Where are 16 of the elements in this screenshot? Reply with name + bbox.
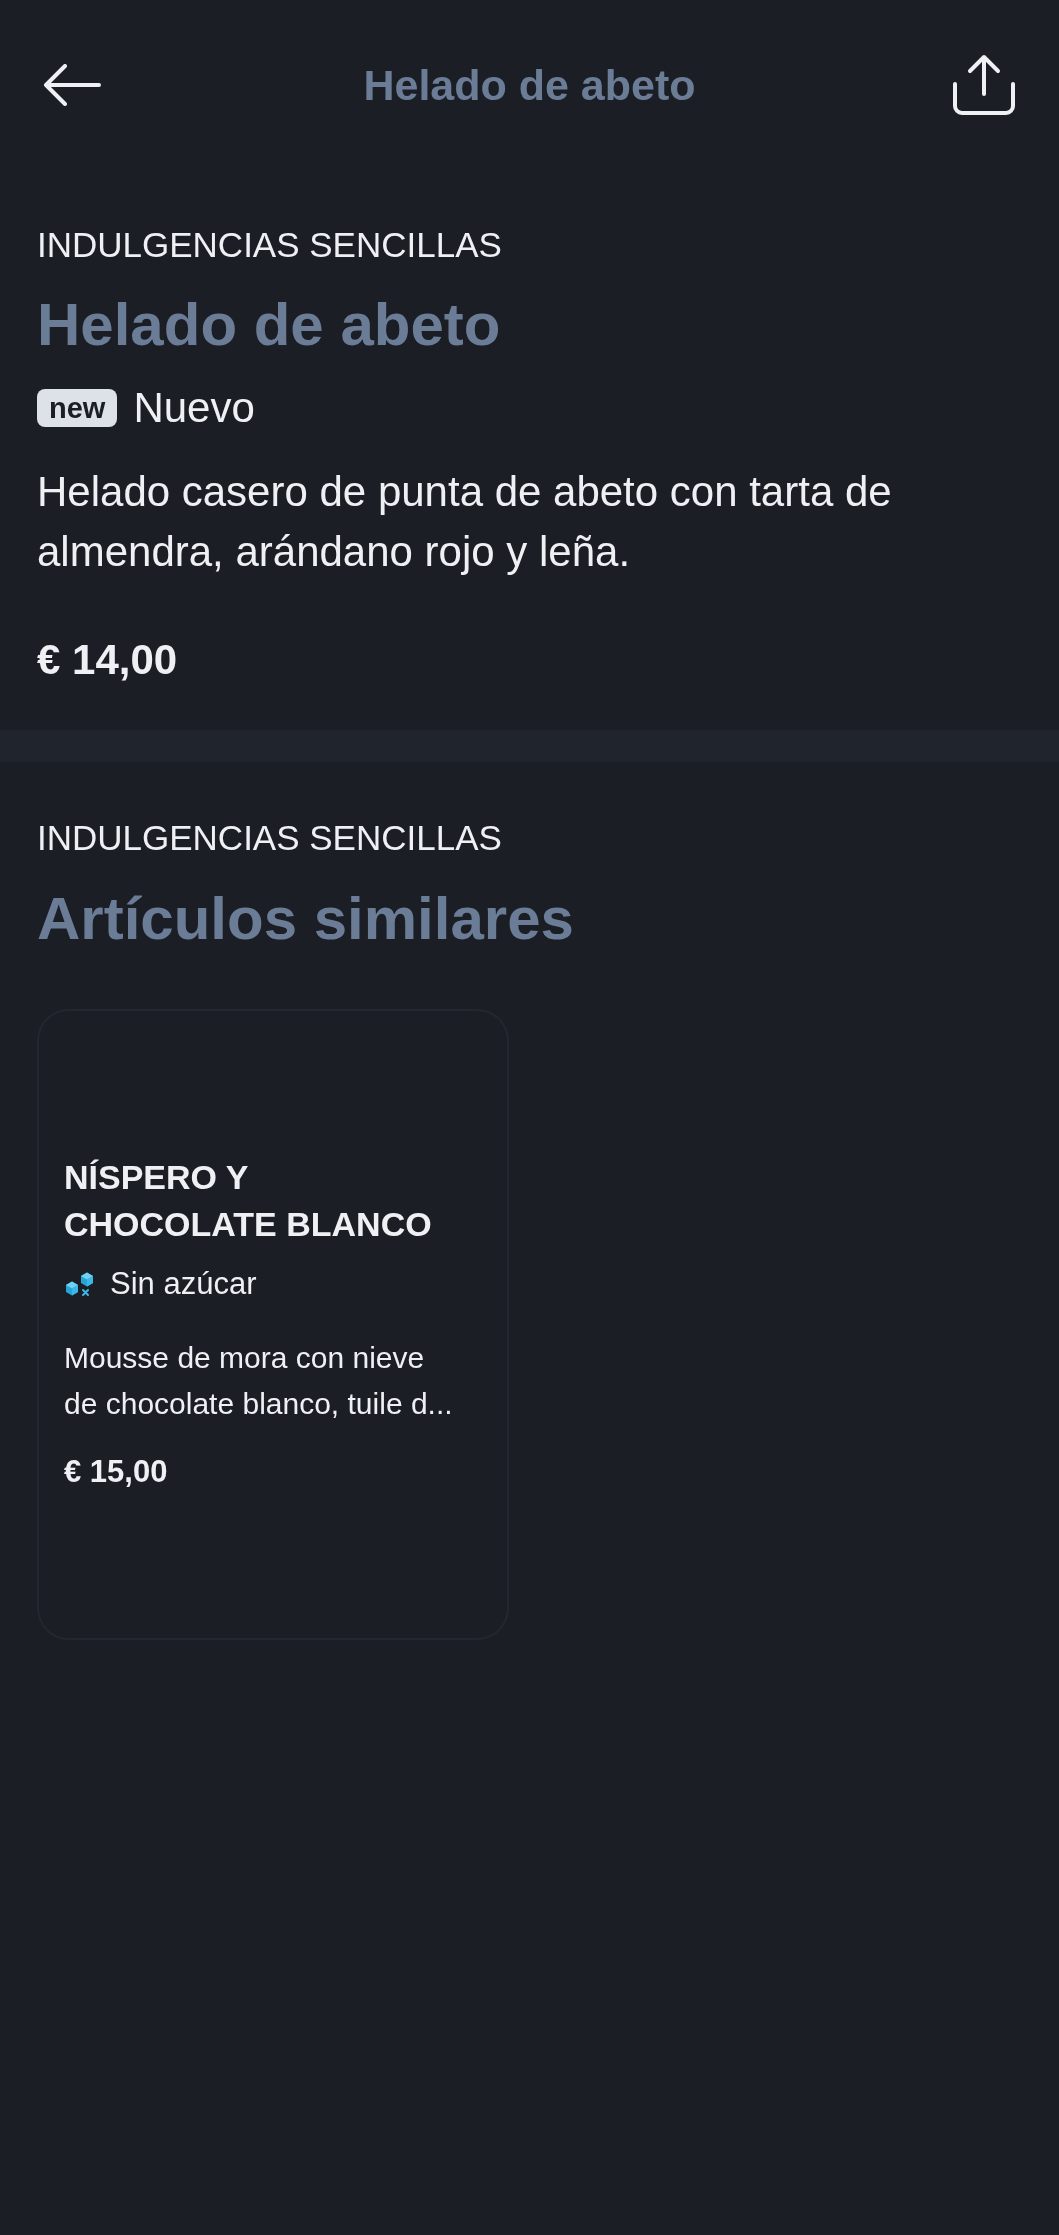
card-price: € 15,00 (64, 1453, 169, 1491)
section-title: Artículos similares (37, 884, 575, 954)
product-description: Helado casero de punta de abeto con tarta de almendra, arándano rojo y leña. (37, 467, 893, 577)
share-icon[interactable] (952, 54, 1016, 116)
product-name: Helado de abeto (37, 290, 502, 360)
product-price: € 14,00 (37, 635, 179, 685)
diet-label: Sin azúcar (110, 1265, 257, 1303)
badge-label: Nuevo (133, 383, 255, 433)
new-badge: new (37, 389, 118, 427)
category-label: INDULGENCIAS SENCILLAS (37, 817, 503, 859)
page-title: Helado de abeto (363, 60, 696, 111)
card-title: NÍSPERO Y CHOCOLATE BLANCO (64, 1157, 433, 1245)
product-card[interactable]: NÍSPERO Y CHOCOLATE BLANCO Sin azúcar Mousse de mora con nieve de chocolate blanco, tuile d... € 15,00 (37, 1009, 509, 1640)
card-description: Mousse de mora con nieve de chocolate blanco, tuile d... (64, 1340, 454, 1422)
back-arrow-icon[interactable] (43, 64, 101, 106)
category-label: INDULGENCIAS SENCILLAS (37, 224, 503, 266)
